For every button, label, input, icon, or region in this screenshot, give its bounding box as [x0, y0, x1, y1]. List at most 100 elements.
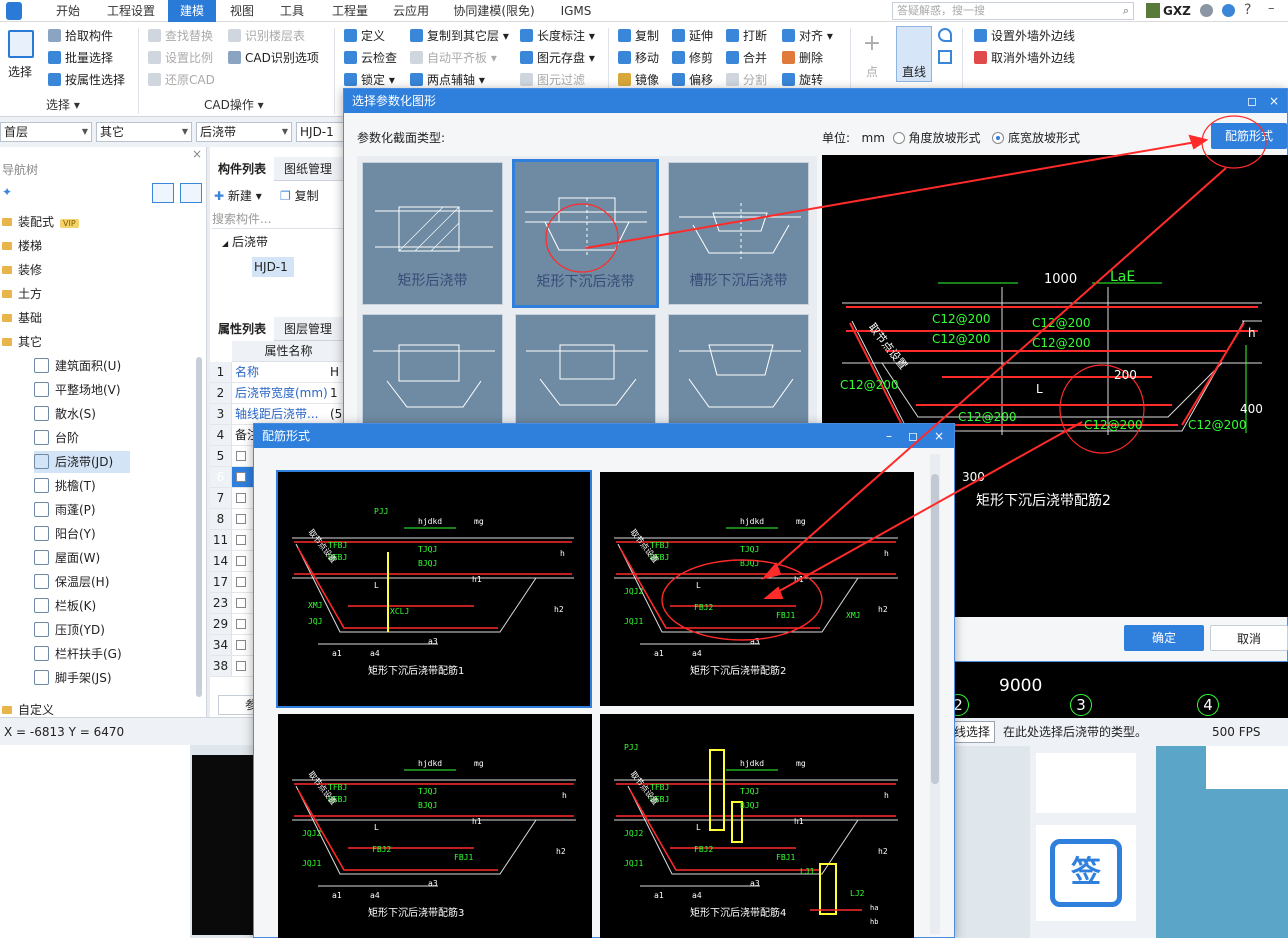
select-by-attr-button[interactable]: 按属性选择: [48, 70, 125, 90]
expand-icon[interactable]: [236, 535, 246, 545]
cancel-button[interactable]: 取消: [1210, 625, 1288, 651]
component-select[interactable]: HJD-1: [296, 122, 345, 142]
tree-folder-1[interactable]: 楼梯: [2, 235, 42, 257]
tree-item-9[interactable]: 保温层(H): [34, 571, 109, 593]
auto-align-slab-button[interactable]: 自动平齐板 ▾: [410, 48, 497, 68]
property-value[interactable]: H: [330, 365, 339, 379]
batch-select-button[interactable]: 批量选择: [48, 48, 113, 68]
offset-button[interactable]: 偏移: [672, 70, 713, 90]
lock-button[interactable]: 锁定 ▾: [344, 70, 395, 90]
rebar-form-button[interactable]: 配筋形式: [1211, 123, 1287, 149]
rebar-cell-3[interactable]: hjdkd mg TFBJ BFBJ TJQJ BJQJ JQJ2 JQJ1 FBJ2 FBJ1 h…: [278, 714, 592, 938]
tab-layer-manage[interactable]: 图层管理: [276, 317, 340, 341]
copy-component-button[interactable]: ❐ 复制: [280, 187, 319, 205]
move-button[interactable]: 移动: [618, 48, 659, 68]
menu-quantity[interactable]: 工程量: [322, 0, 378, 22]
tree-item-5[interactable]: 挑檐(T): [34, 475, 96, 497]
tile-shape-6[interactable]: [668, 314, 809, 426]
menu-modeling[interactable]: 建模: [168, 0, 216, 22]
tree-item-6[interactable]: 雨蓬(P): [34, 499, 96, 521]
minimize-icon[interactable]: –: [1268, 1, 1275, 16]
align-button[interactable]: 对齐 ▾: [782, 26, 833, 46]
property-value[interactable]: (5: [330, 407, 342, 421]
tab-drawing-manage[interactable]: 图纸管理: [276, 157, 340, 181]
property-value[interactable]: 1: [330, 386, 338, 400]
minimize-icon[interactable]: –: [886, 424, 892, 448]
category-select[interactable]: 其它 ▼: [96, 122, 192, 142]
tile-trough-sunk-post-pour[interactable]: 槽形下沉后浇带: [668, 162, 809, 305]
line-select-button[interactable]: 线选择: [949, 721, 996, 743]
expand-icon[interactable]: [236, 619, 246, 629]
expand-icon[interactable]: [236, 514, 246, 524]
delete-button[interactable]: 删除: [782, 48, 823, 68]
set-outer-wall-edge-button[interactable]: 设置外墙外边线: [974, 26, 1075, 46]
tree-item-1[interactable]: 平整场地(V): [34, 379, 121, 401]
recognize-floor-table-button[interactable]: 识别楼层表: [228, 26, 305, 46]
avatar[interactable]: [1146, 3, 1160, 18]
tree-item-8[interactable]: 屋面(W): [34, 547, 100, 569]
add-icon[interactable]: ✦: [2, 185, 12, 199]
mirror-button[interactable]: 镜像: [618, 70, 659, 90]
menu-view[interactable]: 视图: [220, 0, 264, 22]
scrollbar-thumb[interactable]: [931, 474, 939, 784]
tile-rect-post-pour[interactable]: 矩形后浇带: [362, 162, 503, 305]
select-tool-icon[interactable]: [8, 30, 34, 58]
expand-icon[interactable]: [236, 640, 246, 650]
expand-icon[interactable]: [236, 598, 246, 608]
rect-draw-icon[interactable]: [938, 50, 952, 64]
bottom-width-slope-radio[interactable]: [992, 132, 1004, 144]
tree-item-10[interactable]: 栏板(K): [34, 595, 96, 617]
pick-component-button[interactable]: 拾取构件: [48, 26, 113, 46]
close-icon[interactable]: ×: [192, 147, 202, 161]
tree-item-3[interactable]: 台阶: [34, 427, 79, 449]
tree-item-4[interactable]: 后浇带(JD): [34, 451, 130, 473]
list-view-icon[interactable]: [152, 183, 174, 203]
tree-folder-4[interactable]: 基础: [2, 307, 42, 329]
rebar-cell-1[interactable]: hjdkd mg TFBJ BFBJ TJQJ BJQJ PJJ XCLJ XMJ JQJ h h1 h…: [276, 470, 592, 708]
maximize-icon[interactable]: ◻: [908, 424, 918, 448]
tree-item-2[interactable]: 散水(S): [34, 403, 96, 425]
close-icon[interactable]: ×: [1269, 89, 1279, 113]
floor-select[interactable]: 首层 ▼: [0, 122, 92, 142]
cloud-check-button[interactable]: 云检查: [344, 48, 397, 68]
component-search-input[interactable]: 搜索构件...: [212, 209, 343, 229]
tile-shape-4[interactable]: [362, 314, 503, 426]
rotate-button[interactable]: 旋转: [782, 70, 823, 90]
tab-properties[interactable]: 属性列表: [210, 317, 275, 341]
tree-folder-5[interactable]: 其它: [2, 331, 42, 353]
set-scale-button[interactable]: 设置比例: [148, 48, 213, 68]
component-group[interactable]: ◢ 后浇带: [222, 233, 268, 253]
user-name[interactable]: GXZ: [1163, 0, 1191, 22]
copy-to-floor-button[interactable]: 复制到其它层 ▾: [410, 26, 509, 46]
line-draw-button[interactable]: 直线: [902, 62, 926, 82]
element-filter-button[interactable]: 图元过滤: [520, 70, 585, 90]
detail-view-icon[interactable]: [180, 183, 202, 203]
menu-cloud[interactable]: 云应用: [384, 0, 438, 22]
expand-icon[interactable]: [236, 661, 246, 671]
menu-igms[interactable]: IGMS: [552, 0, 600, 22]
arc-draw-icon[interactable]: [938, 28, 952, 42]
scrollbar[interactable]: [930, 454, 940, 934]
length-dim-button[interactable]: 长度标注 ▾: [520, 26, 595, 46]
tree-scrollbar[interactable]: [196, 357, 202, 697]
break-button[interactable]: 打断: [726, 26, 767, 46]
menu-tools[interactable]: 工具: [270, 0, 314, 22]
expand-icon[interactable]: [236, 577, 246, 587]
property-row[interactable]: 1 名称 H: [210, 362, 345, 383]
cad-options-button[interactable]: CAD识别选项: [228, 48, 319, 68]
new-component-button[interactable]: ✚ 新建 ▾: [214, 187, 262, 205]
two-point-axis-button[interactable]: 两点辅轴 ▾: [410, 70, 485, 90]
tree-item-11[interactable]: 压顶(YD): [34, 619, 105, 641]
rebar-cell-4[interactable]: LJ1 LJ2 ha hb hjdkd mg TFBJ BFBJ TJQJ BJQJ JQJ2 JQJ…: [600, 714, 914, 938]
expand-icon[interactable]: [236, 556, 246, 566]
component-item-hjd1[interactable]: HJD-1: [252, 257, 294, 277]
ok-button[interactable]: 确定: [1124, 625, 1204, 651]
point-draw-button[interactable]: 点: [866, 62, 878, 82]
menu-start[interactable]: 开始: [44, 0, 92, 22]
tile-shape-5[interactable]: [515, 314, 656, 426]
tree-item-0[interactable]: 建筑面积(U): [34, 355, 121, 377]
merge-button[interactable]: 合并: [726, 48, 767, 68]
group-cad-label[interactable]: CAD操作 ▾: [204, 96, 264, 114]
tab-component-list[interactable]: 构件列表: [210, 157, 275, 181]
support-icon[interactable]: [1222, 4, 1235, 17]
